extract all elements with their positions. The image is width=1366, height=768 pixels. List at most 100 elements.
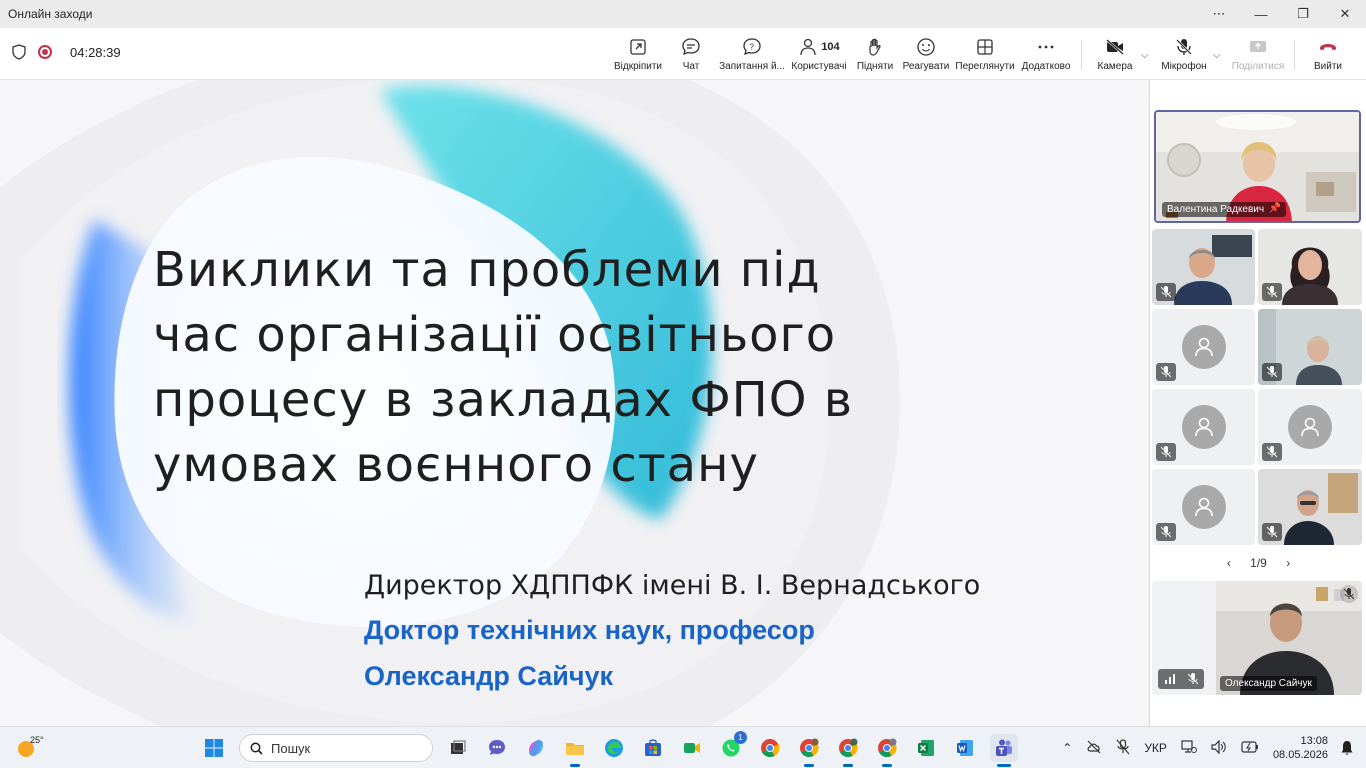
taskbar-app-meet[interactable]: [678, 734, 706, 762]
task-view-button[interactable]: [444, 734, 472, 762]
taskbar-app-chrome-profile-1[interactable]: [795, 734, 823, 767]
participant-tile[interactable]: [1258, 309, 1362, 385]
camera-label: Камера: [1097, 60, 1133, 72]
view-button[interactable]: Переглянути: [955, 28, 1015, 80]
mic-off-icon: [1267, 446, 1277, 458]
recording-icon: [38, 45, 52, 59]
slide-degree-line: Доктор технічних наук, професор: [364, 615, 815, 645]
pager-next-chevron-icon[interactable]: ›: [1286, 556, 1290, 570]
smiley-icon: [917, 37, 935, 56]
notification-bell-icon[interactable]: [1340, 740, 1354, 756]
taskbar-app-teams[interactable]: [990, 734, 1018, 767]
taskbar-clock[interactable]: 13:08 08.05.2026: [1273, 734, 1328, 762]
hang-up-icon: [1320, 43, 1336, 50]
window-title: Онлайн заходи: [8, 7, 93, 21]
svg-text:?: ?: [750, 42, 755, 51]
mic-off-icon: [1176, 38, 1192, 55]
start-button[interactable]: [200, 734, 228, 762]
participant-tile[interactable]: [1152, 229, 1255, 305]
participant-tile[interactable]: [1258, 389, 1362, 465]
grid-view-icon: [977, 38, 993, 55]
taskbar-app-file-explorer[interactable]: [561, 734, 589, 767]
tray-app-icon[interactable]: [1086, 739, 1102, 758]
taskbar-app-chrome-profile-3[interactable]: [873, 734, 901, 767]
microphone-button[interactable]: Мікрофон: [1160, 28, 1208, 80]
chrome-profile-icon: [800, 738, 819, 758]
muted-mic-badge: [1262, 443, 1282, 461]
mic-off-icon: [1161, 526, 1171, 538]
taskbar-search[interactable]: Пошук: [239, 734, 433, 762]
raise-hand-label: Підняти: [856, 60, 894, 72]
taskbar-app-word[interactable]: [951, 734, 979, 762]
leave-button[interactable]: Вийти: [1310, 28, 1346, 80]
pager-prev-chevron-icon[interactable]: ‹: [1227, 556, 1231, 570]
share-button[interactable]: Поділитися: [1232, 28, 1284, 80]
keyboard-language[interactable]: УКР: [1144, 741, 1167, 755]
task-view-icon: [451, 740, 466, 754]
cloud-offline-icon: [1087, 740, 1101, 753]
minimize-button[interactable]: —: [1240, 0, 1282, 28]
mic-off-icon: [1161, 366, 1171, 378]
self-mic-off-indicator: [1340, 585, 1358, 603]
tray-mic-muted[interactable]: [1116, 738, 1130, 758]
popout-button[interactable]: Відкріпити: [614, 28, 662, 80]
share-screen-icon: [1250, 40, 1266, 52]
person-icon: [1194, 497, 1213, 517]
gallery-pager: ‹ 1/9 ›: [1150, 556, 1366, 570]
meeting-toolbar: 04:28:39 Відкріпити Чат ? Запитання й...…: [0, 28, 1366, 80]
people-button[interactable]: 104 Користувачі: [791, 28, 847, 80]
participant-tile[interactable]: [1152, 309, 1255, 385]
toolbar-separator: [1081, 40, 1082, 70]
tray-overflow-chevron-icon[interactable]: ⌃: [1062, 741, 1072, 755]
self-view-tile[interactable]: Олександр Сайчук: [1152, 581, 1362, 695]
tray-battery[interactable]: [1241, 740, 1259, 756]
more-button[interactable]: Додатково: [1021, 28, 1071, 80]
participant-tile[interactable]: [1258, 469, 1362, 545]
pin-icon[interactable]: 📌: [1269, 203, 1281, 214]
person-icon: [1194, 337, 1213, 357]
qa-label: Запитання й...: [719, 60, 785, 72]
avatar: [1181, 485, 1226, 529]
taskbar-app-chrome-profile-2[interactable]: [834, 734, 862, 767]
shared-slide: Виклики та проблеми під час організації …: [0, 80, 1148, 726]
mic-options-chevron-icon[interactable]: ⌵: [1213, 50, 1221, 61]
more-icon: [1038, 45, 1054, 48]
taskbar-app-store[interactable]: [639, 734, 667, 762]
taskbar-app-whatsapp[interactable]: 1: [717, 731, 747, 762]
camera-button[interactable]: Камера: [1096, 28, 1134, 80]
participant-tile[interactable]: [1152, 469, 1255, 545]
meeting-status: 04:28:39: [12, 44, 121, 60]
taskbar-app-chrome[interactable]: [756, 734, 784, 762]
mic-off-icon: [1161, 286, 1171, 298]
chat-label: Чат: [682, 60, 700, 72]
muted-mic-badge: [1156, 443, 1176, 461]
tray-network[interactable]: [1181, 739, 1197, 757]
camera-options-chevron-icon[interactable]: ⌵: [1141, 50, 1149, 61]
participant-name-tag: Валентина Радкевич 📌: [1162, 202, 1287, 217]
taskbar-app-edge[interactable]: [600, 734, 628, 762]
react-button[interactable]: Реагувати: [903, 28, 949, 80]
weather-widget[interactable]: 25°: [14, 735, 44, 761]
taskbar-app-excel[interactable]: [912, 734, 940, 762]
tray-volume[interactable]: [1211, 739, 1227, 757]
taskbar-app-teams-chat[interactable]: [483, 734, 511, 762]
chat-button[interactable]: Чат: [672, 28, 710, 80]
taskbar-app-copilot[interactable]: [522, 734, 550, 762]
microphone-label: Мікрофон: [1161, 60, 1207, 72]
restore-button[interactable]: ❐: [1282, 0, 1324, 28]
muted-mic-badge: [1156, 363, 1176, 381]
participants-panel: Валентина Радкевич 📌 ‹ 1/9 › Олександр С…: [1149, 80, 1366, 726]
teams-icon: [996, 739, 1012, 756]
network-icon: [1181, 739, 1197, 753]
participant-tile[interactable]: [1258, 229, 1362, 305]
mic-off-icon: [1267, 366, 1277, 378]
raise-hand-button[interactable]: Підняти: [855, 28, 895, 80]
participant-tile-featured[interactable]: Валентина Радкевич 📌: [1154, 110, 1361, 223]
video-meeting-icon: [684, 743, 700, 753]
camera-off-icon: [1106, 38, 1124, 55]
participant-tile[interactable]: [1152, 389, 1255, 465]
more-options-icon[interactable]: ⋯: [1198, 0, 1240, 28]
close-button[interactable]: ✕: [1324, 0, 1366, 28]
qa-button[interactable]: ? Запитання й...: [719, 28, 785, 80]
store-icon: [645, 739, 661, 756]
